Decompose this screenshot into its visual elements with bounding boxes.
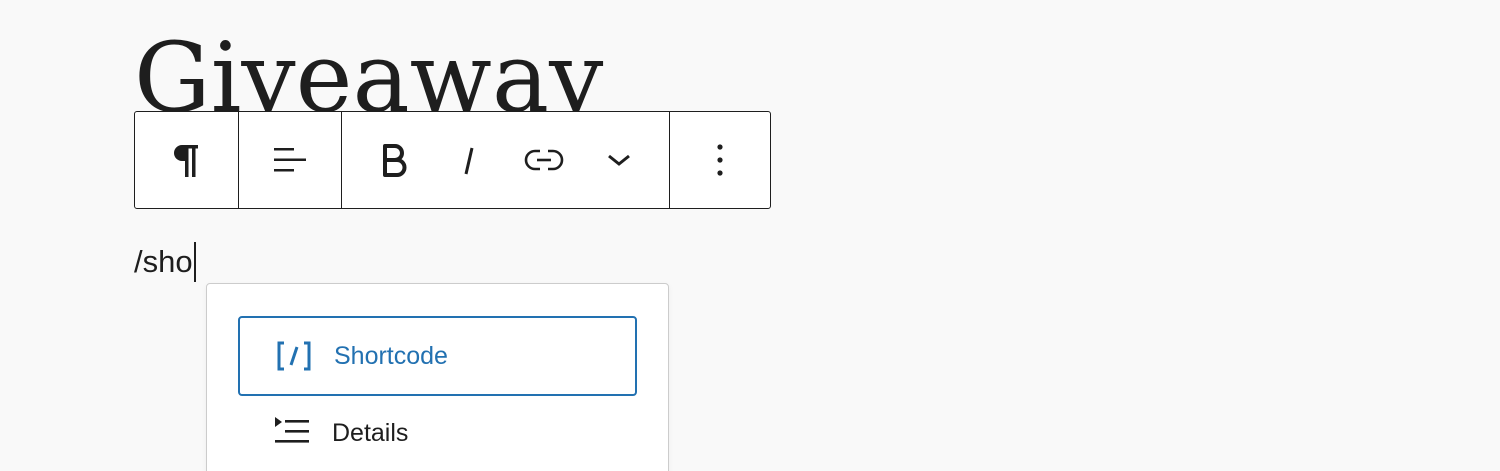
- toolbar-group-alignment: [238, 112, 341, 208]
- paragraph-button[interactable]: [161, 134, 213, 186]
- link-icon: [524, 149, 564, 171]
- editor-canvas: Giveaway /sho Shortcode Details: [0, 0, 1500, 471]
- chevron-down-icon: [608, 154, 631, 166]
- bold-icon: [382, 144, 407, 177]
- paragraph-block[interactable]: /sho: [134, 242, 196, 282]
- inserter-item-label: Details: [332, 418, 409, 447]
- toolbar-group-block-type: [135, 112, 238, 208]
- link-button[interactable]: [519, 134, 570, 186]
- typed-slash-command: /sho: [134, 244, 193, 279]
- more-formatting-button[interactable]: [594, 134, 645, 186]
- italic-icon: [464, 147, 474, 175]
- details-icon: [272, 413, 312, 453]
- paragraph-icon: [173, 145, 198, 177]
- italic-button[interactable]: [443, 134, 494, 186]
- inserter-item-details[interactable]: Details: [238, 393, 637, 471]
- inserter-item-label: Shortcode: [334, 341, 448, 370]
- block-inserter-popover: Shortcode Details: [206, 283, 669, 471]
- block-toolbar: [134, 111, 771, 209]
- inserter-item-shortcode[interactable]: Shortcode: [238, 316, 637, 396]
- more-vertical-icon: [717, 144, 723, 176]
- bold-button[interactable]: [368, 134, 419, 186]
- align-left-icon: [274, 148, 306, 172]
- toolbar-group-more: [669, 112, 770, 208]
- shortcode-icon: [274, 336, 314, 376]
- align-button[interactable]: [264, 134, 316, 186]
- toolbar-group-formatting: [341, 112, 669, 208]
- text-cursor: [193, 242, 196, 282]
- options-button[interactable]: [694, 134, 746, 186]
